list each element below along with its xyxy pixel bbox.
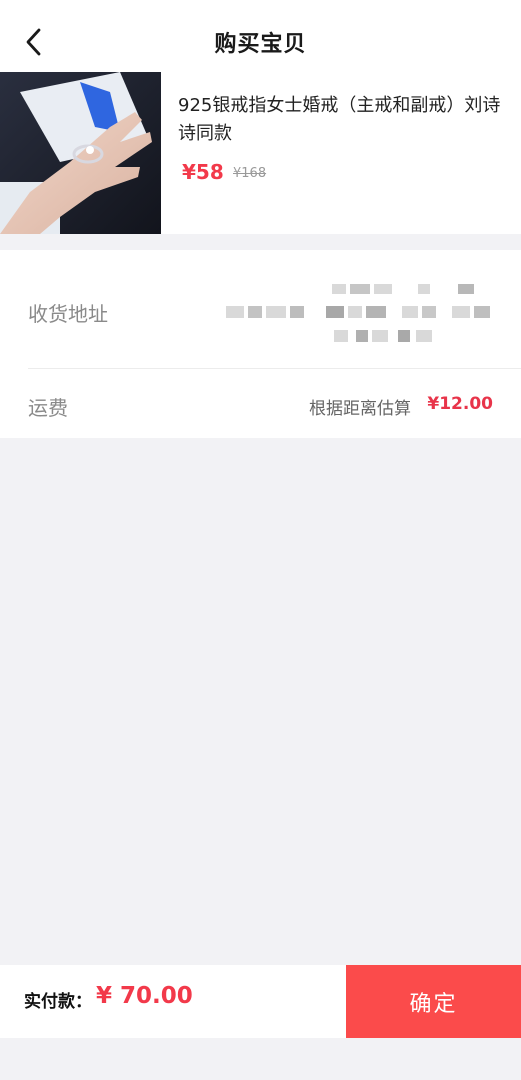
current-price: ¥58 (182, 160, 224, 184)
bottom-safe-area (0, 1038, 521, 1080)
page-title: 购买宝贝 (214, 32, 307, 57)
total-amount: ¥ 70.00 (96, 983, 193, 1009)
address-value-blurred[interactable] (222, 280, 502, 350)
product-summary: 925银戒指女士婚戒（主戒和副戒）刘诗诗同款 ¥58 ¥168 (0, 72, 521, 234)
checkout-bar: 实付款： ¥ 70.00 确定 (0, 965, 521, 1038)
delivery-card: 收货地址 运费 根据距离估算 ¥12.00 (0, 250, 521, 438)
top-nav-bar: 购买宝贝 (0, 0, 521, 72)
divider (28, 368, 521, 369)
total-label: 实付款： (24, 992, 92, 1012)
address-label: 收货地址 (28, 302, 108, 326)
original-price: ¥168 (233, 166, 267, 181)
shipping-label: 运费 (28, 396, 68, 420)
product-title: 925银戒指女士婚戒（主戒和副戒）刘诗诗同款 (178, 95, 501, 144)
product-image[interactable] (0, 72, 161, 234)
confirm-button[interactable]: 确定 (346, 965, 521, 1038)
shipping-fee: ¥12.00 (427, 394, 493, 414)
shipping-estimate-note: 根据距离估算 (309, 399, 411, 419)
